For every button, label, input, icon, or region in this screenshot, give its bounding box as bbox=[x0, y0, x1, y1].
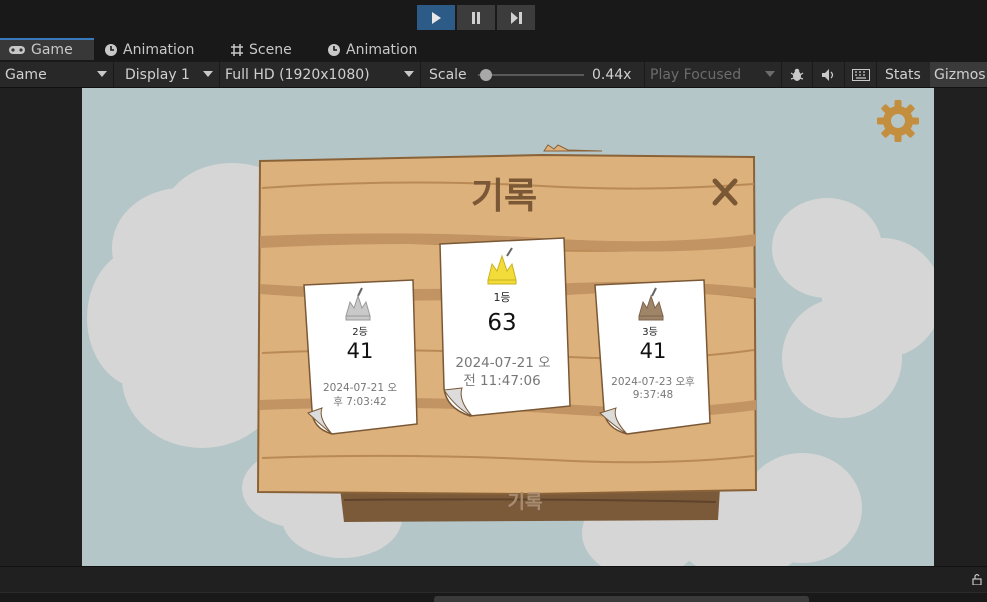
chevron-down-icon bbox=[203, 71, 213, 77]
display-select[interactable]: Display 1 bbox=[120, 62, 220, 87]
tab-game[interactable]: Game bbox=[0, 38, 94, 60]
bug-button[interactable] bbox=[782, 62, 813, 87]
record-card-first: 1등 63 2024-07-21 오 전 11:47:06 bbox=[439, 237, 571, 417]
record-card-second: 2등 41 2024-07-21 오 후 7:03:42 bbox=[303, 279, 418, 435]
tab-animation[interactable]: Animation bbox=[104, 38, 194, 62]
tab-label: Scene bbox=[249, 42, 292, 58]
play-mode-select[interactable]: Play Focused bbox=[644, 62, 782, 87]
play-mode-value: Play Focused bbox=[650, 66, 742, 83]
card-score: 41 bbox=[347, 339, 374, 363]
record-card-third: 3등 41 2024-07-23 오후 9:37:48 bbox=[594, 279, 711, 435]
scene-grid-icon bbox=[231, 44, 243, 56]
card-date-line1: 2024-07-21 오 bbox=[323, 382, 397, 394]
tab-label: Animation bbox=[346, 42, 418, 58]
play-controls bbox=[417, 5, 535, 30]
scale-slider[interactable] bbox=[478, 68, 584, 82]
card-date-line2: 후 7:03:42 bbox=[333, 396, 386, 408]
records-button[interactable]: 기록 bbox=[508, 491, 543, 513]
tab-animation-2[interactable]: Animation bbox=[327, 38, 417, 62]
step-button[interactable] bbox=[497, 5, 535, 30]
pause-icon bbox=[472, 11, 480, 24]
board-title: 기록 bbox=[471, 176, 537, 217]
scale-value: 0.44x bbox=[592, 66, 632, 83]
resolution-select[interactable]: Full HD (1920x1080) bbox=[220, 62, 421, 87]
gizmos-button[interactable]: Gizmos bbox=[930, 62, 987, 87]
chevron-down-icon bbox=[97, 71, 107, 77]
scale-label: Scale bbox=[429, 66, 467, 83]
chevron-down-icon bbox=[404, 71, 414, 77]
keyboard-button[interactable] bbox=[846, 62, 877, 87]
step-icon bbox=[511, 11, 522, 24]
animation-clock-icon bbox=[105, 44, 117, 56]
card-rank: 1등 bbox=[493, 291, 510, 304]
mute-audio-button[interactable] bbox=[814, 62, 845, 87]
editor-tabs: Game Animation Scene Animation bbox=[0, 38, 987, 62]
bug-icon bbox=[790, 68, 804, 81]
card-rank: 3등 bbox=[642, 326, 658, 338]
play-toolbar bbox=[0, 0, 987, 38]
card-score: 63 bbox=[487, 310, 516, 336]
card-date-line2: 전 11:47:06 bbox=[463, 373, 540, 389]
animation-clock-icon bbox=[328, 44, 340, 56]
status-bar bbox=[0, 566, 987, 592]
gamepad-icon bbox=[9, 46, 25, 54]
stats-button[interactable]: Stats bbox=[885, 62, 921, 87]
view-select[interactable]: Game bbox=[0, 62, 114, 87]
game-view-toolbar: Game Display 1 Full HD (1920x1080) Scale… bbox=[0, 62, 987, 88]
keyboard-icon bbox=[852, 68, 870, 81]
resolution-select-value: Full HD (1920x1080) bbox=[225, 66, 370, 83]
card-date-line1: 2024-07-23 오후 bbox=[611, 376, 695, 388]
card-score: 41 bbox=[640, 339, 667, 363]
speaker-icon bbox=[822, 68, 834, 81]
play-button[interactable] bbox=[417, 5, 455, 30]
slider-track bbox=[478, 74, 584, 76]
play-icon bbox=[432, 11, 441, 24]
pause-button[interactable] bbox=[457, 5, 495, 30]
chevron-down-icon bbox=[765, 71, 775, 77]
view-select-value: Game bbox=[5, 66, 47, 83]
slider-thumb[interactable] bbox=[479, 69, 492, 81]
card-date-line2: 9:37:48 bbox=[633, 389, 673, 401]
tab-label: Animation bbox=[123, 42, 195, 58]
card-date-line1: 2024-07-21 오 bbox=[455, 355, 550, 371]
gear-icon[interactable] bbox=[877, 100, 919, 142]
game-viewport: 기록 2등 41 2024-07-21 오 후 7:03:42 1등 63 20… bbox=[82, 88, 934, 566]
lock-icon[interactable] bbox=[971, 573, 983, 585]
bottom-scrollbar[interactable] bbox=[434, 596, 809, 602]
game-scene: 기록 2등 41 2024-07-21 오 후 7:03:42 1등 63 20… bbox=[87, 100, 934, 566]
tab-label: Game bbox=[31, 42, 73, 58]
display-select-value: Display 1 bbox=[125, 66, 190, 83]
card-rank: 2등 bbox=[352, 326, 368, 338]
tab-scene[interactable]: Scene bbox=[230, 38, 292, 62]
